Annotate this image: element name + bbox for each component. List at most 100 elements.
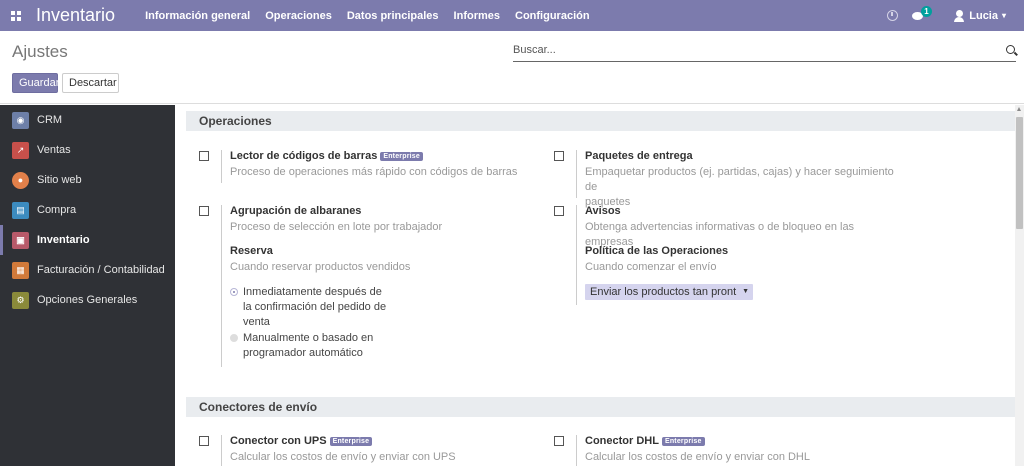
inventory-icon: ▣ (12, 231, 29, 249)
sidebar-item-label: Facturación / Contabilidad (37, 264, 165, 276)
save-button[interactable]: Guardar (12, 73, 59, 93)
setting-packages: Paquetes de entrega Empaquetar productos… (585, 150, 905, 210)
dhl-checkbox[interactable] (554, 436, 564, 446)
sidebar-item-label: Opciones Generales (37, 294, 138, 306)
top-navbar: Inventario Información general Operacion… (0, 0, 1024, 31)
app-title[interactable]: Inventario (36, 5, 115, 26)
search-input[interactable] (513, 43, 993, 56)
setting-dhl: Conector DHL Enterprise Calcular los cos… (585, 435, 905, 465)
sidebar-item-label: Ventas (37, 144, 71, 156)
option-label-line: Manualmente o basado en (243, 332, 374, 344)
vertical-scrollbar[interactable] (1015, 105, 1024, 466)
enterprise-badge: Enterprise (380, 151, 423, 161)
option-label-line: la confirmación del pedido de (243, 301, 387, 313)
gear-icon: ⚙ (12, 291, 29, 309)
sidebar-item-label: Compra (37, 204, 77, 216)
barcode-checkbox[interactable] (199, 151, 209, 161)
menu-datos-principales[interactable]: Datos principales (347, 10, 439, 22)
setting-title: Reserva (230, 245, 273, 257)
section-heading-operaciones: Operaciones (186, 111, 1015, 131)
scroll-up-arrow-icon[interactable] (1017, 107, 1021, 111)
messages-count-badge: 1 (921, 6, 932, 17)
sidebar-item-inventario[interactable]: ▣ Inventario (0, 225, 175, 255)
enterprise-badge: Enterprise (329, 436, 373, 446)
setting-shipping-policy: Política de las Operaciones Cuando comen… (585, 245, 905, 275)
setting-description: Cuando comenzar el envío (585, 261, 717, 273)
radio-selected[interactable] (230, 288, 238, 296)
setting-description: Calcular los costos de envío y enviar co… (230, 451, 456, 463)
menu-configuracion[interactable]: Configuración (515, 10, 590, 22)
option-label-line: Inmediatamente después de (243, 286, 382, 298)
setting-title: Agrupación de albaranes (230, 205, 362, 217)
setting-reservation: Reserva Cuando reservar productos vendid… (230, 245, 530, 275)
apps-menu-icon[interactable] (0, 0, 32, 31)
sales-icon: ↗ (12, 141, 29, 159)
section-heading-conectores: Conectores de envío (186, 397, 1015, 417)
setting-description: Proceso de selección en lote por trabaja… (230, 221, 443, 233)
setting-description: Cuando reservar productos vendidos (230, 261, 411, 273)
packages-checkbox[interactable] (554, 151, 564, 161)
control-panel: Ajustes Guardar Descartar (0, 31, 1024, 104)
option-label-line: programador automático (243, 347, 363, 359)
setting-barcode: Lector de códigos de barras Enterprise P… (230, 150, 540, 180)
crm-icon: ◉ (12, 111, 29, 129)
divider (576, 435, 577, 466)
invoicing-icon: ▦ (12, 261, 29, 279)
sidebar-item-crm[interactable]: ◉ CRM (0, 105, 175, 135)
sidebar-item-ventas[interactable]: ↗ Ventas (0, 135, 175, 165)
website-icon: ● (12, 171, 29, 189)
setting-warnings: Avisos Obtenga advertencias informativas… (585, 205, 905, 250)
divider (221, 150, 222, 183)
setting-description: Proceso de operaciones más rápido con có… (230, 166, 518, 178)
setting-title: Conector con UPS (230, 435, 327, 447)
user-name: Lucia (969, 9, 998, 22)
page-title: Ajustes (12, 42, 68, 61)
sidebar-item-opciones-generales[interactable]: ⚙ Opciones Generales (0, 285, 175, 315)
reservation-option-manual[interactable]: Manualmente o basado en programador auto… (230, 331, 373, 361)
menu-operaciones[interactable]: Operaciones (265, 10, 332, 22)
menu-informes[interactable]: Informes (454, 10, 500, 22)
purchase-icon: ▤ (12, 201, 29, 219)
search-bar (513, 43, 1016, 62)
setting-description: Empaquetar productos (ej. partidas, caja… (585, 166, 894, 193)
setting-title: Paquetes de entrega (585, 150, 693, 162)
sidebar-item-label: CRM (37, 114, 63, 126)
setting-batch-picking: Agrupación de albaranes Proceso de selec… (230, 205, 540, 235)
user-menu[interactable]: Lucia ▾ (954, 9, 1006, 22)
radio-unselected[interactable] (230, 334, 238, 342)
warnings-checkbox[interactable] (554, 206, 564, 216)
divider (221, 205, 222, 367)
divider (221, 435, 222, 466)
sidebar-item-sitio-web[interactable]: ● Sitio web (0, 165, 175, 195)
settings-sidebar: ◉ CRM ↗ Ventas ● Sitio web ▤ Compra ▣ In… (0, 105, 175, 466)
select-value: Enviar los productos tan pront (590, 286, 737, 298)
sidebar-item-label: Sitio web (37, 174, 82, 186)
setting-ups: Conector con UPS Enterprise Calcular los… (230, 435, 540, 465)
shipping-policy-select[interactable]: Enviar los productos tan pront ▼ (585, 284, 754, 300)
setting-title: Conector DHL (585, 435, 659, 447)
setting-title: Lector de códigos de barras (230, 150, 378, 162)
discard-button[interactable]: Descartar (62, 73, 119, 93)
activity-clock-icon[interactable] (887, 10, 899, 21)
messages-icon[interactable]: 1 (912, 6, 932, 21)
ups-checkbox[interactable] (199, 436, 209, 446)
divider (576, 150, 577, 198)
setting-title: Avisos (585, 205, 621, 217)
search-icon[interactable] (1006, 45, 1015, 54)
chevron-down-icon: ▾ (1001, 11, 1006, 20)
caret-down-icon: ▼ (742, 288, 750, 295)
enterprise-badge: Enterprise (661, 436, 705, 446)
sidebar-item-label: Inventario (37, 234, 90, 246)
setting-description: Calcular los costos de envío y enviar co… (585, 451, 810, 463)
setting-title: Política de las Operaciones (585, 245, 729, 257)
batch-picking-checkbox[interactable] (199, 206, 209, 216)
reservation-option-immediate[interactable]: Inmediatamente después de la confirmació… (230, 285, 386, 330)
settings-content: Operaciones Lector de códigos de barras … (175, 105, 1015, 466)
option-label-line: venta (243, 316, 270, 328)
menu-informacion-general[interactable]: Información general (145, 10, 250, 22)
user-avatar-icon (954, 9, 965, 22)
divider (576, 205, 577, 305)
sidebar-item-facturacion[interactable]: ▦ Facturación / Contabilidad (0, 255, 175, 285)
sidebar-item-compra[interactable]: ▤ Compra (0, 195, 175, 225)
scrollbar-thumb[interactable] (1016, 117, 1023, 229)
